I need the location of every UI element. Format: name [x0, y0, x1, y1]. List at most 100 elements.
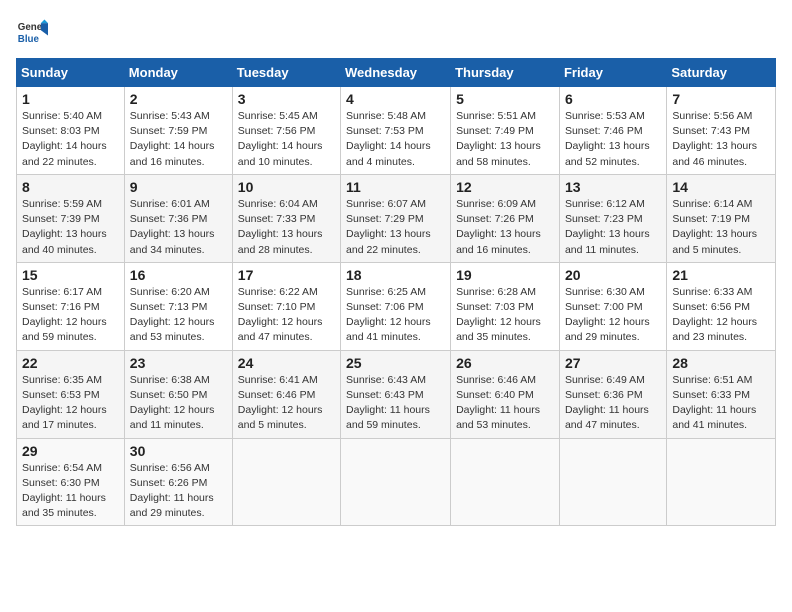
day-number: 24	[238, 355, 335, 371]
calendar-cell: 4 Sunrise: 5:48 AM Sunset: 7:53 PM Daylig…	[341, 87, 451, 175]
day-info: Sunrise: 6:46 AM Sunset: 6:40 PM Dayligh…	[456, 373, 554, 434]
day-number: 29	[22, 443, 119, 459]
day-info: Sunrise: 6:43 AM Sunset: 6:43 PM Dayligh…	[346, 373, 445, 434]
day-info: Sunrise: 6:28 AM Sunset: 7:03 PM Dayligh…	[456, 285, 554, 346]
day-info: Sunrise: 5:56 AM Sunset: 7:43 PM Dayligh…	[672, 109, 770, 170]
day-number: 27	[565, 355, 661, 371]
calendar-cell	[667, 438, 776, 526]
day-info: Sunrise: 5:40 AM Sunset: 8:03 PM Dayligh…	[22, 109, 119, 170]
col-header-thursday: Thursday	[451, 59, 560, 87]
day-number: 17	[238, 267, 335, 283]
col-header-saturday: Saturday	[667, 59, 776, 87]
day-number: 18	[346, 267, 445, 283]
calendar-week-row: 1 Sunrise: 5:40 AM Sunset: 8:03 PM Daylig…	[17, 87, 776, 175]
calendar-cell: 29 Sunrise: 6:54 AM Sunset: 6:30 PM Dayli…	[17, 438, 125, 526]
calendar-week-row: 8 Sunrise: 5:59 AM Sunset: 7:39 PM Daylig…	[17, 174, 776, 262]
calendar-cell: 11 Sunrise: 6:07 AM Sunset: 7:29 PM Dayli…	[341, 174, 451, 262]
day-number: 28	[672, 355, 770, 371]
day-info: Sunrise: 6:56 AM Sunset: 6:26 PM Dayligh…	[130, 461, 227, 522]
day-number: 1	[22, 91, 119, 107]
day-info: Sunrise: 5:45 AM Sunset: 7:56 PM Dayligh…	[238, 109, 335, 170]
day-info: Sunrise: 6:12 AM Sunset: 7:23 PM Dayligh…	[565, 197, 661, 258]
day-number: 4	[346, 91, 445, 107]
calendar-cell: 6 Sunrise: 5:53 AM Sunset: 7:46 PM Daylig…	[559, 87, 666, 175]
day-info: Sunrise: 5:43 AM Sunset: 7:59 PM Dayligh…	[130, 109, 227, 170]
calendar-cell: 30 Sunrise: 6:56 AM Sunset: 6:26 PM Dayli…	[124, 438, 232, 526]
calendar-cell: 28 Sunrise: 6:51 AM Sunset: 6:33 PM Dayli…	[667, 350, 776, 438]
day-number: 14	[672, 179, 770, 195]
calendar-cell: 23Sunrise: 6:38 AM Sunset: 6:50 PM Dayli…	[124, 350, 232, 438]
day-number: 3	[238, 91, 335, 107]
calendar-cell: 27 Sunrise: 6:49 AM Sunset: 6:36 PM Dayli…	[559, 350, 666, 438]
calendar-cell: 12 Sunrise: 6:09 AM Sunset: 7:26 PM Dayli…	[451, 174, 560, 262]
day-number: 30	[130, 443, 227, 459]
calendar-cell: 21Sunrise: 6:33 AM Sunset: 6:56 PM Dayli…	[667, 262, 776, 350]
day-info: Sunrise: 5:53 AM Sunset: 7:46 PM Dayligh…	[565, 109, 661, 170]
day-number: 10	[238, 179, 335, 195]
day-number: 13	[565, 179, 661, 195]
calendar-cell: 16 Sunrise: 6:20 AM Sunset: 7:13 PM Dayli…	[124, 262, 232, 350]
col-header-friday: Friday	[559, 59, 666, 87]
day-number: 19	[456, 267, 554, 283]
calendar-cell	[451, 438, 560, 526]
day-number: 9	[130, 179, 227, 195]
calendar-cell: 9 Sunrise: 6:01 AM Sunset: 7:36 PM Daylig…	[124, 174, 232, 262]
page-header: General Blue	[16, 16, 776, 48]
day-number: 12	[456, 179, 554, 195]
day-number: 8	[22, 179, 119, 195]
calendar-cell: 13 Sunrise: 6:12 AM Sunset: 7:23 PM Dayli…	[559, 174, 666, 262]
day-info: Sunrise: 5:48 AM Sunset: 7:53 PM Dayligh…	[346, 109, 445, 170]
day-info: Sunrise: 6:01 AM Sunset: 7:36 PM Dayligh…	[130, 197, 227, 258]
day-number: 22	[22, 355, 119, 371]
col-header-monday: Monday	[124, 59, 232, 87]
day-info: Sunrise: 6:09 AM Sunset: 7:26 PM Dayligh…	[456, 197, 554, 258]
day-number: 11	[346, 179, 445, 195]
day-info: Sunrise: 6:25 AM Sunset: 7:06 PM Dayligh…	[346, 285, 445, 346]
logo-icon: General Blue	[16, 16, 48, 48]
calendar-cell: 10Sunrise: 6:04 AM Sunset: 7:33 PM Dayli…	[232, 174, 340, 262]
day-number: 20	[565, 267, 661, 283]
calendar-header-row: SundayMondayTuesdayWednesdayThursdayFrid…	[17, 59, 776, 87]
calendar-cell: 5Sunrise: 5:51 AM Sunset: 7:49 PM Daylig…	[451, 87, 560, 175]
logo: General Blue	[16, 16, 52, 48]
day-info: Sunrise: 6:51 AM Sunset: 6:33 PM Dayligh…	[672, 373, 770, 434]
day-info: Sunrise: 6:17 AM Sunset: 7:16 PM Dayligh…	[22, 285, 119, 346]
col-header-tuesday: Tuesday	[232, 59, 340, 87]
day-number: 26	[456, 355, 554, 371]
day-number: 15	[22, 267, 119, 283]
calendar-cell: 8 Sunrise: 5:59 AM Sunset: 7:39 PM Daylig…	[17, 174, 125, 262]
calendar-cell: 19 Sunrise: 6:28 AM Sunset: 7:03 PM Dayli…	[451, 262, 560, 350]
day-info: Sunrise: 6:30 AM Sunset: 7:00 PM Dayligh…	[565, 285, 661, 346]
calendar-cell	[232, 438, 340, 526]
day-info: Sunrise: 6:14 AM Sunset: 7:19 PM Dayligh…	[672, 197, 770, 258]
calendar-cell: 26 Sunrise: 6:46 AM Sunset: 6:40 PM Dayli…	[451, 350, 560, 438]
day-number: 6	[565, 91, 661, 107]
calendar-cell: 3 Sunrise: 5:45 AM Sunset: 7:56 PM Daylig…	[232, 87, 340, 175]
day-info: Sunrise: 6:41 AM Sunset: 6:46 PM Dayligh…	[238, 373, 335, 434]
day-number: 7	[672, 91, 770, 107]
day-info: Sunrise: 5:59 AM Sunset: 7:39 PM Dayligh…	[22, 197, 119, 258]
day-number: 2	[130, 91, 227, 107]
day-info: Sunrise: 6:54 AM Sunset: 6:30 PM Dayligh…	[22, 461, 119, 522]
day-info: Sunrise: 6:49 AM Sunset: 6:36 PM Dayligh…	[565, 373, 661, 434]
calendar-cell: 1 Sunrise: 5:40 AM Sunset: 8:03 PM Daylig…	[17, 87, 125, 175]
calendar-cell: 15 Sunrise: 6:17 AM Sunset: 7:16 PM Dayli…	[17, 262, 125, 350]
col-header-sunday: Sunday	[17, 59, 125, 87]
day-info: Sunrise: 6:20 AM Sunset: 7:13 PM Dayligh…	[130, 285, 227, 346]
calendar-table: SundayMondayTuesdayWednesdayThursdayFrid…	[16, 58, 776, 526]
calendar-cell: 7 Sunrise: 5:56 AM Sunset: 7:43 PM Daylig…	[667, 87, 776, 175]
day-info: Sunrise: 6:38 AM Sunset: 6:50 PM Dayligh…	[130, 373, 227, 434]
calendar-cell	[559, 438, 666, 526]
calendar-cell: 25Sunrise: 6:43 AM Sunset: 6:43 PM Dayli…	[341, 350, 451, 438]
calendar-cell: 24 Sunrise: 6:41 AM Sunset: 6:46 PM Dayli…	[232, 350, 340, 438]
day-info: Sunrise: 6:33 AM Sunset: 6:56 PM Dayligh…	[672, 285, 770, 346]
calendar-cell: 22 Sunrise: 6:35 AM Sunset: 6:53 PM Dayli…	[17, 350, 125, 438]
calendar-cell: 18 Sunrise: 6:25 AM Sunset: 7:06 PM Dayli…	[341, 262, 451, 350]
day-info: Sunrise: 6:35 AM Sunset: 6:53 PM Dayligh…	[22, 373, 119, 434]
calendar-week-row: 29 Sunrise: 6:54 AM Sunset: 6:30 PM Dayli…	[17, 438, 776, 526]
calendar-cell: 14 Sunrise: 6:14 AM Sunset: 7:19 PM Dayli…	[667, 174, 776, 262]
day-info: Sunrise: 6:07 AM Sunset: 7:29 PM Dayligh…	[346, 197, 445, 258]
calendar-cell	[341, 438, 451, 526]
day-number: 16	[130, 267, 227, 283]
calendar-week-row: 15 Sunrise: 6:17 AM Sunset: 7:16 PM Dayli…	[17, 262, 776, 350]
